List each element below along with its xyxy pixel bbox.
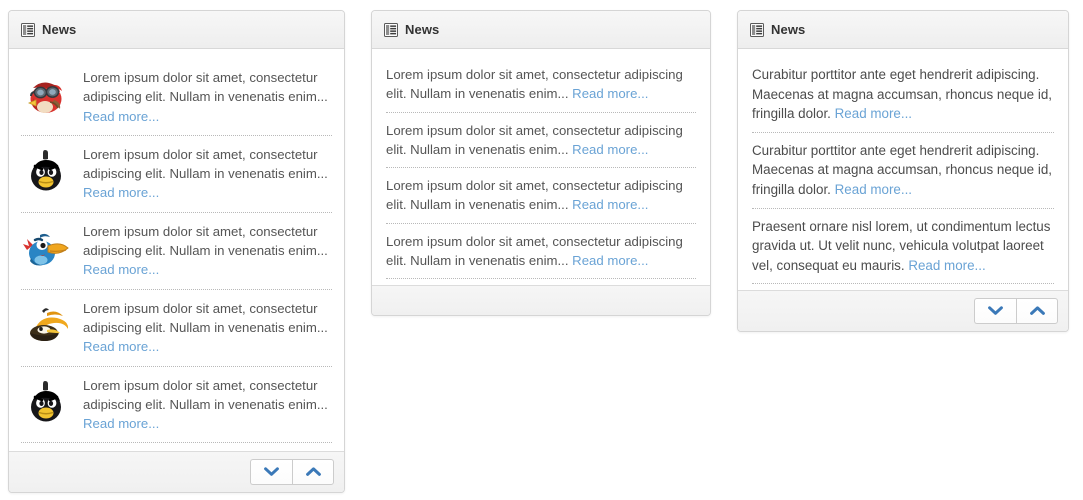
news-item-text: Lorem ipsum dolor sit amet, consectetur … [386,120,696,160]
pagination-buttons [974,298,1058,325]
read-more-link[interactable]: Read more... [835,106,912,121]
news-item-text: Lorem ipsum dolor sit amet, consectetur … [83,221,332,280]
panel-header: News [738,11,1068,49]
panel-header: News [372,11,710,49]
news-list: Curabitur porttitor ante eget hendrerit … [738,49,1068,291]
news-panel-3: News Curabitur porttitor ante eget hendre… [737,10,1069,333]
news-item-excerpt: Lorem ipsum dolor sit amet, consectetur … [83,70,328,105]
panel-title: News [405,22,440,37]
panel-header: News [9,11,344,49]
yellow-bird-avatar [21,299,73,351]
news-item-text: Curabitur porttitor ante eget hendrerit … [752,64,1054,124]
read-more-link[interactable]: Read more... [572,253,648,268]
news-item: Curabitur porttitor ante eget hendrerit … [752,133,1054,209]
scroll-down-button[interactable] [250,459,292,486]
read-more-link[interactable]: Read more... [83,416,159,431]
news-item: Lorem ipsum dolor sit amet, consectetur … [21,213,332,290]
read-more-link[interactable]: Read more... [83,109,159,124]
read-more-link[interactable]: Read more... [835,182,912,197]
news-item-text: Lorem ipsum dolor sit amet, consectetur … [386,231,696,271]
news-item-text: Lorem ipsum dolor sit amet, consectetur … [83,298,332,357]
list-article-icon [384,22,398,37]
black-bomb-bird-avatar [21,376,73,428]
read-more-link[interactable]: Read more... [572,86,648,101]
panel-footer [738,290,1068,332]
list-article-icon [21,22,35,37]
news-item-text: Lorem ipsum dolor sit amet, consectetur … [386,175,696,215]
news-panel-2: News Lorem ipsum dolor sit amet, consecte… [371,10,711,317]
news-item-text: Praesent ornare nisl lorem, ut condiment… [752,216,1054,276]
panel-title: News [42,22,77,37]
news-item-excerpt: Lorem ipsum dolor sit amet, consectetur … [83,146,328,182]
news-item-text: Lorem ipsum dolor sit amet, consectetur … [83,144,332,203]
read-more-link[interactable]: Read more... [908,258,985,273]
chevron-down-icon [988,306,1003,316]
news-item-excerpt: Lorem ipsum dolor sit amet, consectetur … [83,377,328,412]
scroll-down-button[interactable] [974,298,1016,325]
read-more-link[interactable]: Read more... [572,197,648,212]
news-item: Lorem ipsum dolor sit amet, consectetur … [386,57,696,113]
read-more-link[interactable]: Read more... [83,262,159,277]
panel-title: News [771,22,806,37]
news-item-text: Lorem ipsum dolor sit amet, consectetur … [83,375,332,434]
news-item-excerpt: Lorem ipsum dolor sit amet, consectetur … [83,300,328,335]
panel-footer [9,451,344,493]
blue-toucan-bird-avatar [21,222,73,274]
news-panels-stage: News Lorem ipsum dolor sit amet, consect… [0,0,1083,500]
news-list: Lorem ipsum dolor sit amet, consectetur … [372,49,710,286]
pagination-buttons [250,459,334,486]
news-item: Lorem ipsum dolor sit amet, consectetur … [386,168,696,224]
scroll-up-button[interactable] [1016,298,1058,325]
news-item: Praesent ornare nisl lorem, ut condiment… [752,209,1054,285]
news-item: Lorem ipsum dolor sit amet, consectetur … [21,59,332,136]
list-article-icon [750,22,764,37]
news-item: Lorem ipsum dolor sit amet, consectetur … [21,136,332,213]
news-item: Lorem ipsum dolor sit amet, consectetur … [386,113,696,169]
news-panel-1: News Lorem ipsum dolor sit amet, consect… [8,10,345,494]
news-item: Lorem ipsum dolor sit amet, consectetur … [21,367,332,444]
chevron-down-icon [264,467,279,477]
news-item-text: Lorem ipsum dolor sit amet, consectetur … [83,67,332,126]
read-more-link[interactable]: Read more... [83,339,159,354]
news-item-text: Lorem ipsum dolor sit amet, consectetur … [386,64,696,104]
black-bomb-bird-avatar [21,145,73,197]
read-more-link[interactable]: Read more... [572,142,648,157]
news-item-excerpt: Lorem ipsum dolor sit amet, consectetur … [83,223,328,259]
chevron-up-icon [1029,306,1045,316]
news-item: Lorem ipsum dolor sit amet, consectetur … [386,224,696,280]
scroll-up-button[interactable] [292,459,334,486]
news-item: Curabitur porttitor ante eget hendrerit … [752,57,1054,133]
news-item-text: Curabitur porttitor ante eget hendrerit … [752,140,1054,200]
panel-footer [372,285,710,316]
red-bird-goggles-avatar [21,68,73,120]
read-more-link[interactable]: Read more... [83,185,159,200]
news-list: Lorem ipsum dolor sit amet, consectetur … [9,49,344,452]
news-item: Lorem ipsum dolor sit amet, consectetur … [21,290,332,367]
news-item-excerpt: Praesent ornare nisl lorem, ut condiment… [752,218,1051,273]
chevron-up-icon [305,467,321,477]
